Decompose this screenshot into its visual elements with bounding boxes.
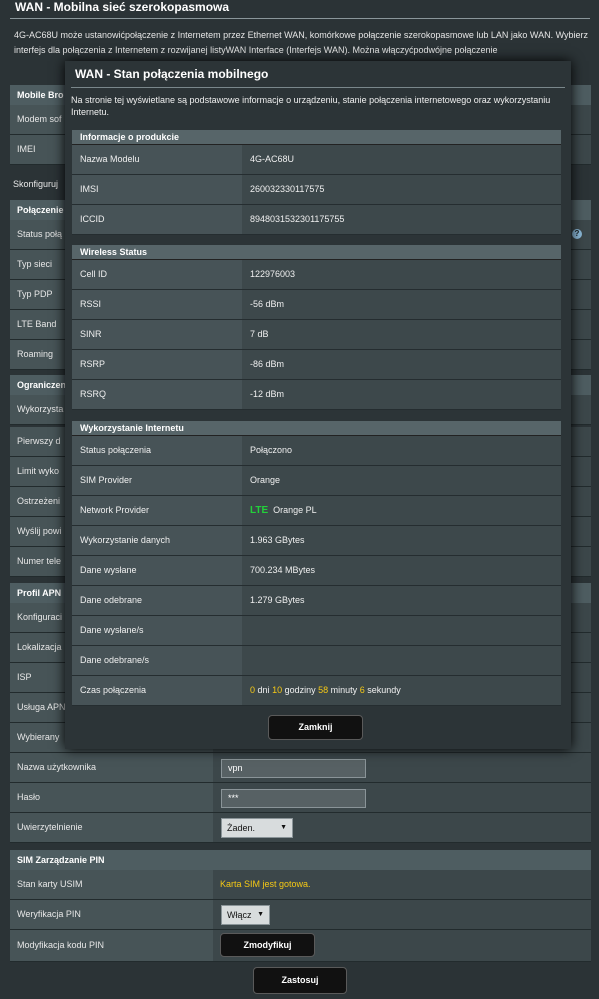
page-intro: 4G-AC68U może ustanowićpołączenie z Inte…	[14, 30, 588, 55]
connection-status-value: Połączono	[242, 436, 561, 465]
imsi-label: IMSI	[72, 175, 242, 204]
cell-id-value: 122976003	[242, 260, 561, 289]
section-internet-usage: Wykorzystanie Internetu	[72, 421, 561, 436]
modal-divider	[71, 87, 565, 88]
usim-status: Karta SIM jest gotowa.	[213, 870, 591, 899]
row-cell-id: Cell ID 122976003	[72, 260, 561, 290]
row-network-provider: Network Provider LTE Orange PL	[72, 496, 561, 526]
time-hours-unit: godziny	[284, 685, 316, 695]
row-password: Hasło ***	[10, 783, 591, 813]
connection-time-value: 0 dni 10 godziny 58 minuty 6 sekundy	[242, 676, 561, 705]
rsrp-label: RSRP	[72, 350, 242, 379]
model-label: Nazwa Modelu	[72, 145, 242, 174]
data-usage-label: Wykorzystanie danych	[72, 526, 242, 555]
rssi-label: RSSI	[72, 290, 242, 319]
row-rssi: RSSI -56 dBm	[72, 290, 561, 320]
title-divider	[10, 18, 590, 19]
connection-time-label: Czas połączenia	[72, 676, 242, 705]
modal-title: WAN - Stan połączenia mobilnego	[75, 67, 269, 81]
password-input[interactable]: ***	[221, 789, 366, 808]
data-usage-value: 1.963 GBytes	[242, 526, 561, 555]
time-seconds-unit: sekundy	[367, 685, 401, 695]
rsrq-label: RSRQ	[72, 380, 242, 409]
auth-select-value: Żaden.	[227, 823, 256, 833]
rssi-value: -56 dBm	[242, 290, 561, 319]
mobile-status-modal: WAN - Stan połączenia mobilnego Na stron…	[65, 61, 571, 749]
row-model: Nazwa Modelu 4G-AC68U	[72, 145, 561, 175]
usim-label: Stan karty USIM	[10, 870, 213, 899]
close-button[interactable]: Zamknij	[268, 715, 363, 740]
row-auth: Uwierzytelnienie Żaden. ▼	[10, 813, 591, 843]
connection-status-label: Status połączenia	[72, 436, 242, 465]
row-sent-rate: Dane wysłane/s	[72, 616, 561, 646]
row-iccid: ICCID 8948031532301175755	[72, 205, 561, 235]
password-label: Hasło	[10, 783, 213, 812]
data-sent-value: 700.234 MBytes	[242, 556, 561, 585]
pin-verify-label: Weryfikacja PIN	[10, 900, 213, 929]
page-title: WAN - Mobilna sieć szerokopasmowa	[15, 0, 230, 14]
chevron-down-icon: ▼	[280, 824, 287, 831]
rsrq-value: -12 dBm	[242, 380, 561, 409]
pin-modify-label: Modyfikacja kodu PIN	[10, 930, 213, 961]
configure-text: Skonfiguruj	[13, 179, 59, 189]
section-product-info: Informacje o produkcie	[72, 130, 561, 145]
pin-verify-value: Włącz	[227, 910, 252, 920]
time-seconds: 6	[359, 685, 365, 695]
row-received-rate: Dane odebrane/s	[72, 646, 561, 676]
row-connection-time: Czas połączenia 0 dni 10 godziny 58 minu…	[72, 676, 561, 706]
username-input[interactable]: vpn	[221, 759, 366, 778]
network-provider-value: Orange PL	[273, 505, 317, 515]
chevron-down-icon: ▼	[257, 911, 264, 918]
model-value: 4G-AC68U	[242, 145, 561, 174]
username-label: Nazwa użytkownika	[10, 753, 213, 782]
row-imsi: IMSI 260032330117575	[72, 175, 561, 205]
help-icon[interactable]: ?	[572, 229, 582, 239]
lte-badge: LTE	[250, 505, 269, 516]
apply-button[interactable]: Zastosuj	[253, 967, 347, 994]
section-wireless-status: Wireless Status	[72, 245, 561, 260]
data-sent-label: Dane wysłane	[72, 556, 242, 585]
sinr-value: 7 dB	[242, 320, 561, 349]
time-days-unit: dni	[257, 685, 270, 695]
time-hours: 10	[272, 685, 283, 695]
row-username: Nazwa użytkownika vpn	[10, 753, 591, 783]
iccid-label: ICCID	[72, 205, 242, 234]
pin-verify-select[interactable]: Włącz ▼	[221, 905, 270, 925]
sim-provider-label: SIM Provider	[72, 466, 242, 495]
auth-label: Uwierzytelnienie	[10, 813, 213, 842]
row-sinr: SINR 7 dB	[72, 320, 561, 350]
auth-select[interactable]: Żaden. ▼	[221, 818, 293, 838]
row-connection-status: Status połączenia Połączono	[72, 436, 561, 466]
network-provider-label: Network Provider	[72, 496, 242, 525]
received-rate-label: Dane odebrane/s	[72, 646, 242, 675]
data-received-value: 1.279 GBytes	[242, 586, 561, 615]
sim-provider-value: Orange	[242, 466, 561, 495]
time-days: 0	[250, 685, 256, 695]
row-data-sent: Dane wysłane 700.234 MBytes	[72, 556, 561, 586]
row-rsrp: RSRP -86 dBm	[72, 350, 561, 380]
row-rsrq: RSRQ -12 dBm	[72, 380, 561, 410]
row-data-usage: Wykorzystanie danych 1.963 GBytes	[72, 526, 561, 556]
modify-pin-button[interactable]: Zmodyfikuj	[220, 933, 315, 957]
sinr-label: SINR	[72, 320, 242, 349]
data-received-label: Dane odebrane	[72, 586, 242, 615]
row-usim: Stan karty USIM Karta SIM jest gotowa.	[10, 870, 591, 900]
rsrp-value: -86 dBm	[242, 350, 561, 379]
row-pin-verify: Weryfikacja PIN Włącz ▼	[10, 900, 591, 930]
iccid-value: 8948031532301175755	[242, 205, 561, 234]
time-minutes-unit: minuty	[330, 685, 358, 695]
imsi-value: 260032330117575	[242, 175, 561, 204]
cell-id-label: Cell ID	[72, 260, 242, 289]
row-sim-provider: SIM Provider Orange	[72, 466, 561, 496]
sent-rate-label: Dane wysłane/s	[72, 616, 242, 645]
row-data-received: Dane odebrane 1.279 GBytes	[72, 586, 561, 616]
time-minutes: 58	[318, 685, 329, 695]
modal-description: Na stronie tej wyświetlane są podstawowe…	[71, 95, 551, 117]
section-sim-pin: SIM Zarządzanie PIN	[10, 850, 591, 870]
